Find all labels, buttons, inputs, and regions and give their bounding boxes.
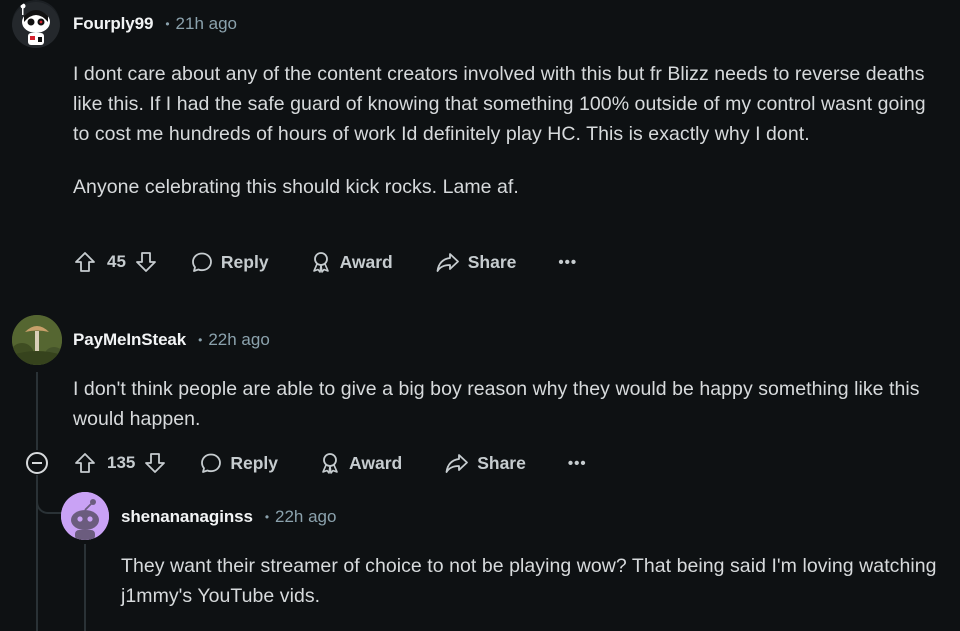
award-icon — [322, 453, 338, 474]
upvote-button[interactable] — [73, 451, 97, 475]
award-label: Award — [339, 251, 393, 272]
mushroom-avatar-icon — [12, 315, 62, 365]
more-options-button[interactable]: ••• — [568, 455, 587, 472]
comment-meta: shenananaginss • 22h ago — [121, 505, 336, 529]
share-icon — [445, 454, 469, 473]
separator: • — [165, 17, 170, 31]
reply-label: Reply — [230, 452, 279, 473]
thread-line-main[interactable] — [36, 372, 38, 450]
snoo-avatar-icon — [12, 2, 60, 48]
upvote-icon — [75, 252, 95, 272]
thread-line-reply[interactable] — [84, 544, 86, 631]
reply-button[interactable]: Reply — [190, 250, 269, 274]
comment-meta: Fourply99 • 21h ago — [73, 12, 237, 36]
comment-paragraph: I dont care about any of the content cre… — [73, 63, 926, 145]
more-options-button[interactable]: ••• — [558, 254, 577, 271]
avatar[interactable] — [12, 0, 60, 48]
downvote-button[interactable] — [134, 250, 158, 274]
vote-count: 45 — [107, 252, 126, 271]
vote-count: 135 — [107, 453, 136, 472]
username[interactable]: PayMeInSteak — [73, 330, 186, 350]
share-button[interactable]: Share — [435, 250, 517, 274]
avatar[interactable] — [12, 315, 62, 365]
share-button[interactable]: Share — [444, 451, 526, 475]
comment-actions: 135 Reply Award Share ••• — [73, 447, 587, 479]
reply-label: Reply — [220, 251, 269, 272]
timestamp[interactable]: 21h ago — [176, 14, 237, 34]
username[interactable]: shenananaginss — [121, 507, 253, 527]
collapse-thread-button[interactable] — [26, 452, 48, 474]
upvote-icon — [75, 453, 95, 473]
comment-paragraph: I don't think people are able to give a … — [73, 378, 920, 430]
comment-body: I dont care about any of the content cre… — [73, 59, 933, 202]
downvote-icon — [136, 252, 156, 272]
downvote-icon — [145, 453, 166, 473]
separator: • — [198, 333, 203, 347]
reply-button[interactable]: Reply — [199, 451, 278, 475]
award-button[interactable]: Award — [318, 451, 402, 475]
downvote-button[interactable] — [143, 451, 167, 475]
collapse-icon — [32, 462, 42, 464]
comment-actions: 45 Reply Award Share ••• — [73, 246, 577, 278]
reply-icon — [201, 453, 222, 473]
comment-paragraph: They want their streamer of choice to no… — [121, 555, 937, 607]
comment-meta: PayMeInSteak • 22h ago — [73, 328, 270, 352]
comment-body: I don't think people are able to give a … — [73, 374, 933, 434]
award-button[interactable]: Award — [309, 250, 393, 274]
separator: • — [264, 510, 270, 524]
share-label: Share — [467, 251, 517, 272]
reply-icon — [192, 252, 212, 272]
share-label: Share — [477, 452, 526, 473]
timestamp[interactable]: 22h ago — [275, 507, 336, 527]
award-label: Award — [349, 452, 403, 473]
thread-branch — [36, 490, 64, 514]
default-snoo-avatar-icon — [61, 492, 109, 540]
comment-paragraph: Anyone celebrating this should kick rock… — [73, 176, 519, 198]
share-icon — [436, 253, 459, 272]
username[interactable]: Fourply99 — [73, 14, 153, 34]
award-icon — [312, 252, 329, 273]
timestamp[interactable]: 22h ago — [208, 330, 269, 350]
upvote-button[interactable] — [73, 250, 97, 274]
comment-body: They want their streamer of choice to no… — [121, 551, 941, 611]
comment-thread: Fourply99 • 21h ago I dont care about an… — [0, 0, 960, 631]
avatar[interactable] — [61, 492, 109, 540]
